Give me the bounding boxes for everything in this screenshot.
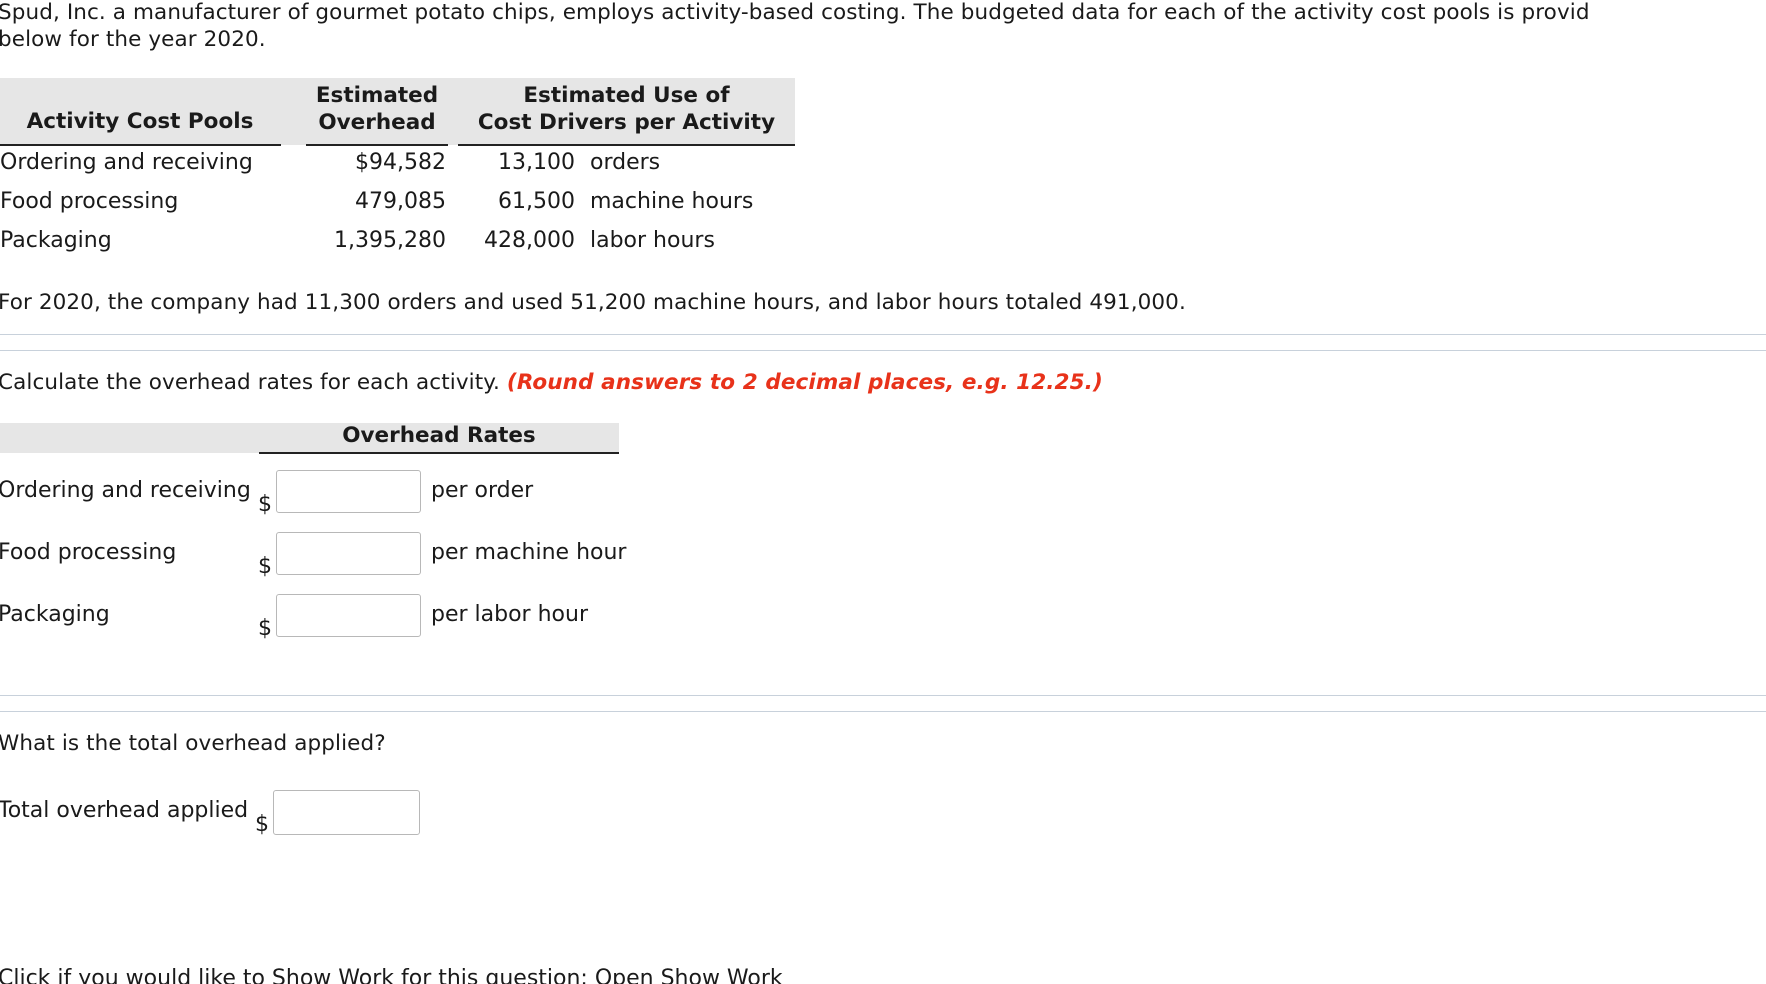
pool-driver-unit: machine hours [590, 189, 754, 214]
intro-line-2: below for the year 2020. [0, 27, 266, 52]
header-rule-overhead [306, 144, 448, 146]
pool-overhead: $94,582 [355, 150, 446, 175]
rate-row-label: Ordering and receiving [0, 478, 251, 503]
food-processing-rate-input[interactable] [276, 532, 421, 575]
pool-driver-unit: orders [590, 150, 661, 175]
currency-symbol: $ [258, 554, 272, 579]
pool-overhead: 1,395,280 [334, 228, 446, 253]
rate-unit: per order [431, 478, 534, 503]
pool-driver-unit: labor hours [590, 228, 715, 253]
question-2-prompt: What is the total overhead applied? [0, 731, 386, 756]
pool-driver-quantity: 13,100 [498, 150, 575, 175]
intro-line-1: Spud, Inc. a manufacturer of gourmet pot… [0, 0, 1590, 25]
total-overhead-input[interactable] [273, 790, 420, 835]
question-1-text: Calculate the overhead rates for each ac… [0, 370, 500, 395]
section-divider-top-2 [0, 695, 1766, 696]
section-divider-bottom-2 [0, 711, 1766, 712]
rate-unit: per machine hour [431, 540, 627, 565]
header-estimated-overhead-1: Estimated [315, 83, 439, 108]
show-work-text: Click if you would like to Show Work for… [0, 966, 783, 984]
pool-driver-quantity: 428,000 [484, 228, 575, 253]
question-1-prompt: Calculate the overhead rates for each ac… [0, 370, 1103, 395]
pool-overhead: 479,085 [355, 189, 446, 214]
section-divider-top [0, 334, 1766, 335]
rate-row-label: Food processing [0, 540, 177, 565]
currency-symbol: $ [258, 492, 272, 517]
header-cost-drivers-1: Estimated Use of [523, 83, 730, 108]
header-rule-pools [0, 144, 281, 146]
pool-name: Packaging [0, 228, 112, 253]
header-estimated-overhead-2: Overhead [318, 110, 436, 135]
overhead-rates-rule [259, 452, 619, 454]
pool-name: Ordering and receiving [0, 150, 253, 175]
currency-symbol: $ [255, 812, 269, 837]
pool-name: Food processing [0, 189, 179, 214]
total-overhead-label: Total overhead applied [0, 798, 249, 823]
header-rule-drivers [458, 144, 795, 146]
ordering-receiving-rate-input[interactable] [276, 470, 421, 513]
pool-driver-quantity: 61,500 [498, 189, 575, 214]
header-activity-cost-pools: Activity Cost Pools [26, 109, 254, 134]
actuals-text: For 2020, the company had 11,300 orders … [0, 290, 1186, 315]
section-divider-bottom [0, 350, 1766, 351]
header-cost-drivers-2: Cost Drivers per Activity [477, 110, 776, 135]
currency-symbol: $ [258, 616, 272, 641]
packaging-rate-input[interactable] [276, 594, 421, 637]
rounding-instruction: (Round answers to 2 decimal places, e.g.… [506, 370, 1103, 395]
overhead-rates-header: Overhead Rates [342, 423, 536, 448]
show-work-line: Click if you would like to Show Work for… [0, 964, 1000, 984]
rate-unit: per labor hour [431, 602, 588, 627]
rate-row-label: Packaging [0, 602, 110, 627]
